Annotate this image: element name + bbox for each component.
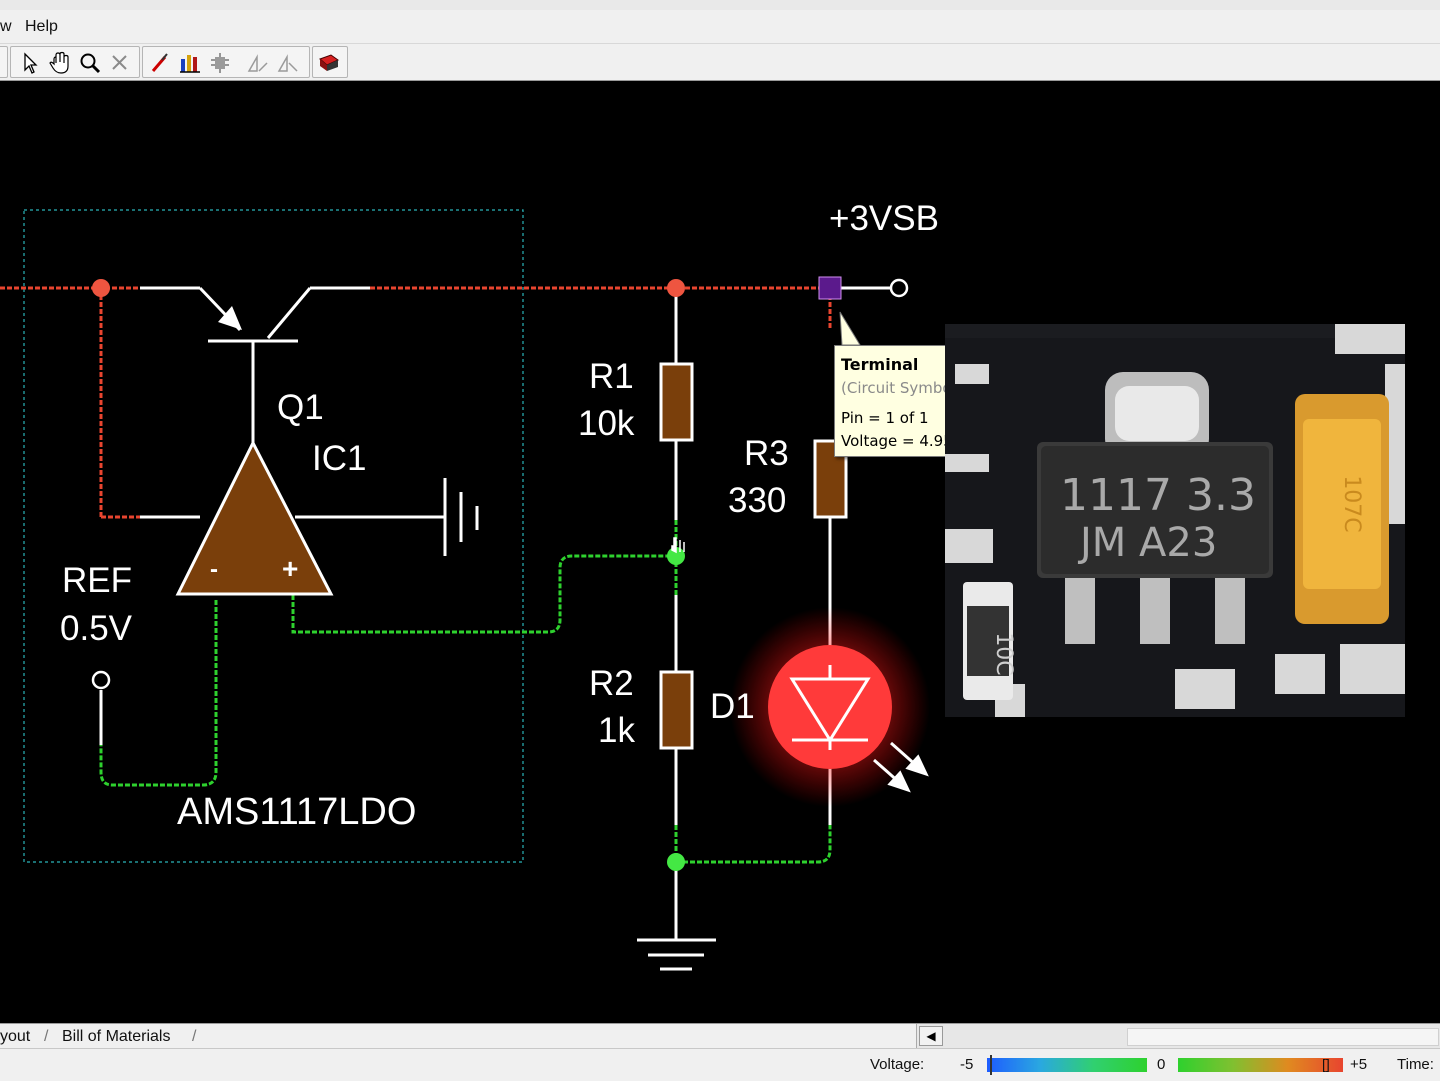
- voltage-scale-marker: [990, 1055, 992, 1075]
- toolbar-group-book: [312, 46, 348, 78]
- voltage-scale-negative-bar: [987, 1058, 1147, 1072]
- time-label: Time:: [1397, 1056, 1434, 1073]
- menu-item-help[interactable]: Help: [25, 18, 58, 36]
- tooltip-pin: Pin = 1 of 1: [841, 409, 929, 427]
- ldo-label: AMS1117LDO: [177, 791, 417, 833]
- rotate-left-icon[interactable]: [245, 51, 271, 75]
- junction-dot: [667, 279, 685, 297]
- hot-wires: [0, 286, 832, 519]
- r3-name: R3: [744, 434, 789, 473]
- ams1117-photo: 1117 3.3 JM A23 10C 107C: [945, 324, 1405, 717]
- ref-value: 0.5V: [60, 609, 132, 648]
- scrollbar-thumb[interactable]: [1127, 1028, 1439, 1046]
- rotate-right-icon[interactable]: [275, 51, 301, 75]
- book-icon[interactable]: [316, 51, 342, 75]
- tab-layout[interactable]: yout: [0, 1028, 30, 1046]
- toolbar-group-navigation: [10, 46, 140, 78]
- tab-separator: /: [44, 1028, 49, 1045]
- component-icon[interactable]: [207, 51, 233, 75]
- window-title-strip: [0, 0, 1440, 10]
- tooltip-subtitle: (Circuit Symbol): [841, 379, 962, 397]
- voltage-scale-label: Voltage:: [870, 1056, 925, 1073]
- ref-label: REF: [62, 561, 132, 600]
- r1-value: 10k: [578, 404, 635, 443]
- voltage-scale-end-marker: []: [1322, 1056, 1330, 1072]
- ic-ground-symbol: [443, 478, 479, 556]
- sheet-tab-bar: yout / Bill of Materials / ◀: [0, 1023, 1440, 1049]
- zoom-icon[interactable]: [77, 51, 103, 75]
- voltage-scale-positive-bar: [1178, 1058, 1343, 1072]
- photo-chip-line2: JM A23: [1077, 520, 1217, 566]
- delete-icon[interactable]: [107, 51, 133, 75]
- led-body[interactable]: [768, 645, 892, 769]
- r2-body[interactable]: [659, 670, 694, 750]
- ref-terminal[interactable]: [91, 670, 111, 690]
- supply-terminal[interactable]: [889, 278, 909, 298]
- main-ground-symbol: [637, 938, 716, 971]
- menu-bar: w Help: [0, 10, 1440, 44]
- neutral-wires: [99, 286, 898, 940]
- horizontal-scrollbar[interactable]: ◀: [916, 1024, 1440, 1048]
- photo-side-label: 10C: [991, 632, 1016, 675]
- photo-chip-line1: 1117 3.3: [1060, 470, 1256, 521]
- voltage-scale-mid: 0: [1157, 1056, 1166, 1073]
- supply-label: +3VSB: [829, 199, 939, 238]
- r1-name: R1: [589, 357, 634, 396]
- toolbar: [0, 44, 1440, 81]
- terminal-node[interactable]: [821, 279, 839, 297]
- tab-bill-of-materials[interactable]: Bill of Materials: [62, 1028, 170, 1046]
- opamp-minus-label: -: [210, 556, 218, 583]
- junction-dot: [92, 279, 110, 297]
- q1-label: Q1: [277, 388, 324, 427]
- ic1-label: IC1: [312, 439, 367, 478]
- r1-body[interactable]: [659, 362, 694, 442]
- toolbar-group-edge: [0, 46, 8, 78]
- tab-separator: /: [192, 1028, 197, 1045]
- tooltip-pointer: [839, 311, 861, 346]
- photo-cap-label: 107C: [1339, 475, 1364, 532]
- toolbar-group-tools: [142, 46, 310, 78]
- opamp-plus-label: +: [282, 553, 299, 584]
- graph-icon[interactable]: [177, 51, 203, 75]
- pointer-icon[interactable]: [17, 51, 43, 75]
- junction-dot: [667, 853, 685, 871]
- voltage-scale-max: +5: [1350, 1056, 1368, 1073]
- hand-icon[interactable]: [47, 51, 73, 75]
- d1-name: D1: [710, 687, 755, 726]
- menu-item-view[interactable]: w: [0, 18, 12, 36]
- status-bar: Voltage: -5 0 [] +5 Time:: [0, 1048, 1440, 1081]
- voltage-scale-min: -5: [960, 1056, 974, 1073]
- schematic-canvas[interactable]: +3VSB Q1 IC1 REF 0.5V - + AMS1117LDO R1 …: [0, 81, 1440, 1023]
- tooltip-title: Terminal: [841, 355, 919, 374]
- probe-icon[interactable]: [147, 51, 173, 75]
- r2-name: R2: [589, 664, 634, 703]
- scroll-left-arrow-icon[interactable]: ◀: [919, 1026, 943, 1046]
- r3-value: 330: [728, 481, 787, 520]
- r2-value: 1k: [598, 711, 635, 750]
